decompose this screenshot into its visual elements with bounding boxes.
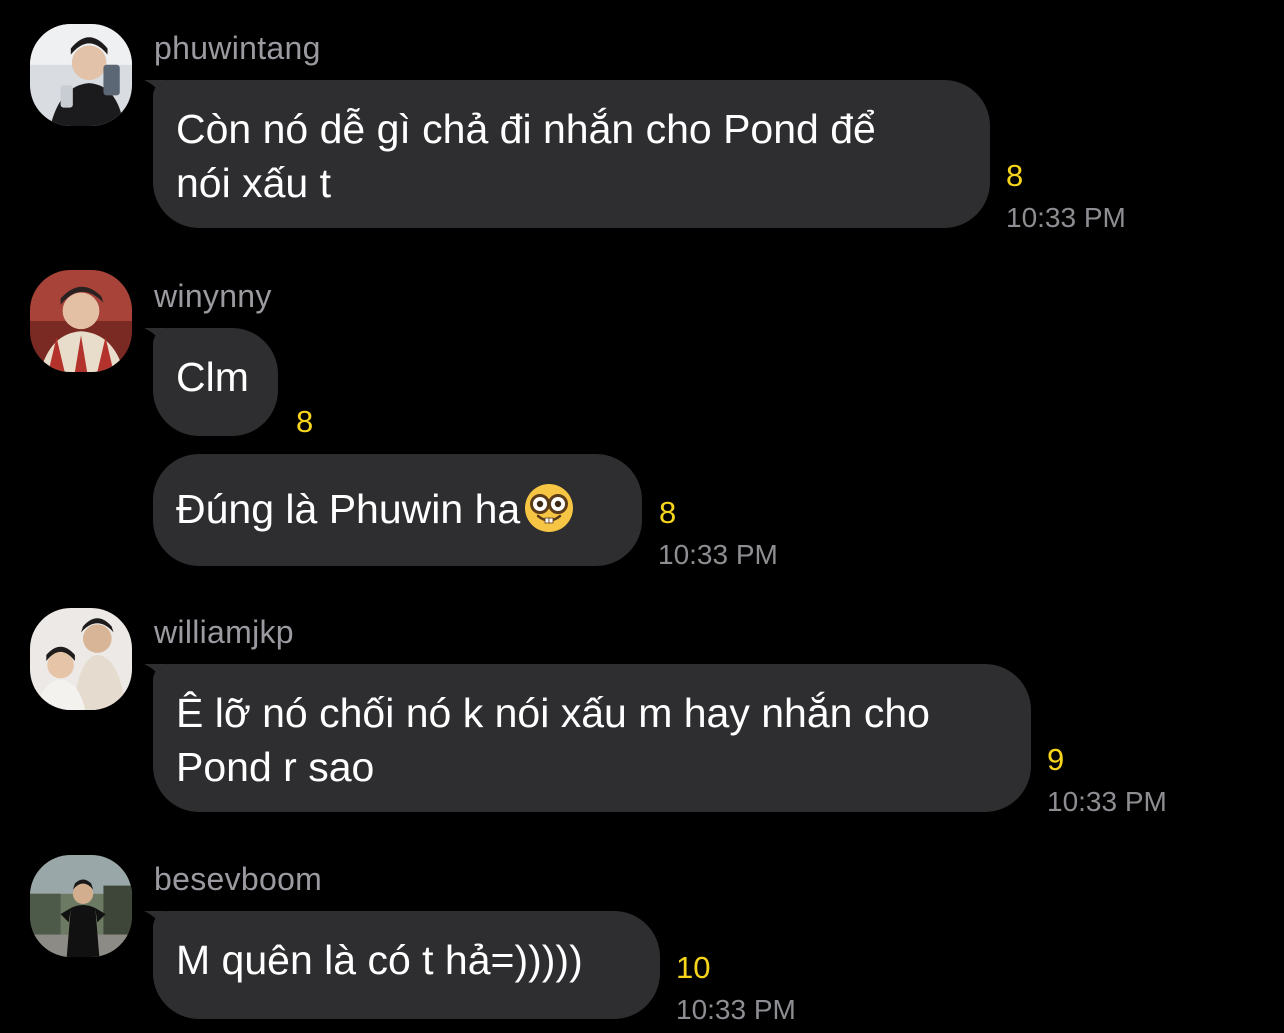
message-bubble[interactable]: Còn nó dễ gì chả đi nhắn cho Pond để nói…: [144, 80, 990, 228]
message-text-line: M quên là có t hả=))))): [176, 937, 583, 983]
message-bubble[interactable]: Ê lỡ nó chối nó k nói xấu m hay nhắn cho…: [144, 664, 1031, 812]
seen-count[interactable]: 8: [296, 404, 313, 440]
username-besevboom[interactable]: besevboom: [154, 861, 322, 898]
message-text-line: Ê lỡ nó chối nó k nói xấu m hay nhắn cho: [176, 690, 930, 736]
seen-count[interactable]: 10: [676, 950, 710, 986]
avatar-image: [30, 24, 132, 126]
message-bubble[interactable]: Đúng là Phuwin ha: [153, 454, 642, 566]
avatar-williamjkp[interactable]: [30, 608, 132, 710]
bubble-tail: [144, 80, 166, 102]
nerd-face-emoji: [525, 484, 574, 532]
message-bubble[interactable]: M quên là có t hả=))))): [144, 911, 660, 1019]
message-text-line: Pond r sao: [176, 744, 375, 790]
timestamp: 10:33 PM: [676, 994, 796, 1025]
username-phuwintang[interactable]: phuwintang: [154, 30, 321, 67]
avatar-image: [30, 270, 132, 372]
message-text-line: Còn nó dễ gì chả đi nhắn cho Pond để: [176, 106, 876, 152]
avatar-besevboom[interactable]: [30, 855, 132, 957]
seen-count[interactable]: 8: [1006, 158, 1023, 194]
message-text-line: nói xấu t: [176, 160, 331, 206]
timestamp: 10:33 PM: [1047, 786, 1167, 817]
bubble-tail: [144, 664, 166, 686]
timestamp: 10:33 PM: [1006, 202, 1126, 233]
avatar-image: [30, 608, 132, 710]
avatar-phuwintang[interactable]: [30, 24, 132, 126]
message-bubble[interactable]: Clm: [144, 328, 278, 436]
avatar-winynny[interactable]: [30, 270, 132, 372]
message-text-line: Clm: [176, 354, 249, 400]
timestamp: 10:33 PM: [658, 539, 778, 570]
message-text-line: Đúng là Phuwin ha: [176, 486, 521, 532]
seen-count[interactable]: 8: [659, 495, 676, 531]
avatar-image: [30, 855, 132, 957]
bubble-tail: [144, 911, 166, 933]
bubble-tail: [144, 328, 166, 350]
username-winynny[interactable]: winynny: [154, 278, 272, 315]
username-williamjkp[interactable]: williamjkp: [154, 614, 294, 651]
seen-count[interactable]: 9: [1047, 742, 1064, 778]
